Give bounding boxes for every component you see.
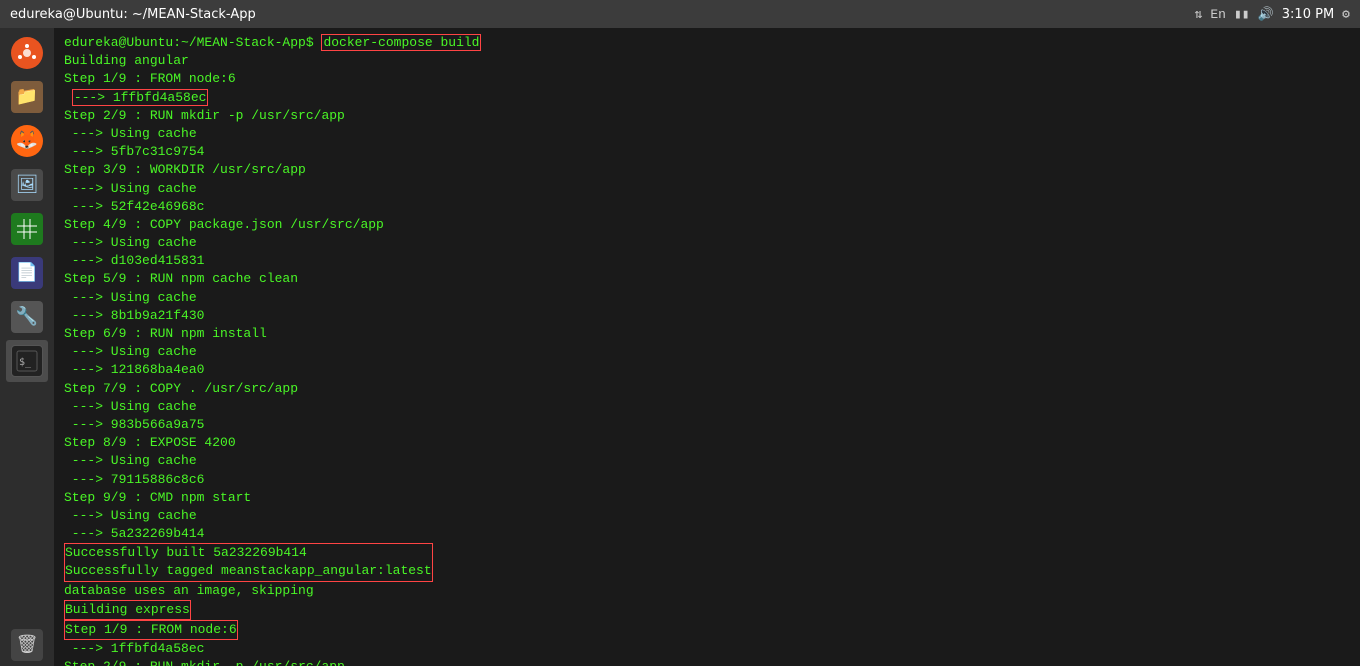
line-16: ---> Using cache [64,343,1350,361]
docs-app-icon: 📄 [11,257,43,289]
line-21: Step 8/9 : EXPOSE 4200 [64,434,1350,452]
spreadsheet-app-icon [11,213,43,245]
en-icon: En [1210,7,1226,22]
main-area: 📁 🦊 🖼 📄 🔧 [0,28,1360,666]
line-4: ---> Using cache [64,125,1350,143]
line-19: ---> Using cache [64,398,1350,416]
line-32: Step 2/9 : RUN mkdir -p /usr/src/app [64,658,1350,666]
line-17: ---> 121868ba4ea0 [64,361,1350,379]
sidebar-item-photos[interactable]: 🖼 [6,164,48,206]
battery-icon: ▮▮ [1234,7,1250,22]
photos-icon: 🖼 [11,169,43,201]
line-31: ---> 1ffbfd4a58ec [64,640,1350,658]
terminal-app-icon: $_ [11,345,43,377]
building-express: Building express [64,600,191,620]
sidebar-item-docs[interactable]: 📄 [6,252,48,294]
volume-icon: 🔊 [1258,7,1274,22]
line-5: ---> 5fb7c31c9754 [64,143,1350,161]
files-folder-icon: 📁 [11,81,43,113]
line-24: Step 9/9 : CMD npm start [64,489,1350,507]
sidebar-item-terminal[interactable]: $_ [6,340,48,382]
line-29: Building express [64,600,1350,620]
sidebar-item-spreadsheet[interactable] [6,208,48,250]
line-18: Step 7/9 : COPY . /usr/src/app [64,380,1350,398]
sidebar-item-firefox[interactable]: 🦊 [6,120,48,162]
line-14: ---> 8b1b9a21f430 [64,307,1350,325]
line-2: ---> 1ffbfd4a58ec [64,89,1350,107]
line-27: Successfully built 5a232269b414 Successf… [64,543,1350,581]
sidebar-item-trash[interactable]: 🗑 [6,624,48,666]
line-26: ---> 5a232269b414 [64,525,1350,543]
line-6: Step 3/9 : WORKDIR /usr/src/app [64,161,1350,179]
success-built: Successfully built 5a232269b414 Successf… [64,543,433,581]
line-8: ---> 52f42e46968c [64,198,1350,216]
line-12: Step 5/9 : RUN npm cache clean [64,270,1350,288]
line-25: ---> Using cache [64,507,1350,525]
line-0: Building angular [64,52,1350,70]
firefox-browser-icon: 🦊 [11,125,43,157]
sidebar: 📁 🦊 🖼 📄 🔧 [0,28,54,666]
line-3: Step 2/9 : RUN mkdir -p /usr/src/app [64,107,1350,125]
terminal-prompt: edureka@Ubuntu:~/MEAN-Stack-App$ [64,35,314,50]
titlebar: edureka@Ubuntu: ~/MEAN-Stack-App ⇅ En ▮▮… [0,0,1360,28]
ubuntu-logo-icon [11,37,43,69]
line-23: ---> 79115886c8c6 [64,471,1350,489]
svg-text:$_: $_ [19,357,32,368]
line-22: ---> Using cache [64,452,1350,470]
line-13: ---> Using cache [64,289,1350,307]
line-15: Step 6/9 : RUN npm install [64,325,1350,343]
system-settings-icon[interactable]: ⚙ [1342,7,1350,22]
line-30: Step 1/9 : FROM node:6 [64,620,1350,640]
sidebar-item-ubuntu[interactable] [6,32,48,74]
hash-1: ---> 1ffbfd4a58ec [72,89,209,106]
sidebar-item-files[interactable]: 📁 [6,76,48,118]
line-9: Step 4/9 : COPY package.json /usr/src/ap… [64,216,1350,234]
titlebar-right-icons: ⇅ En ▮▮ 🔊 3:10 PM ⚙ [1195,7,1351,22]
terminal-output: edureka@Ubuntu:~/MEAN-Stack-App$ docker-… [54,28,1360,666]
settings-app-icon: 🔧 [11,301,43,333]
line-1: Step 1/9 : FROM node:6 [64,70,1350,88]
line-11: ---> d103ed415831 [64,252,1350,270]
line-10: ---> Using cache [64,234,1350,252]
arrows-icon: ⇅ [1195,7,1203,22]
trash-icon: 🗑 [11,629,43,661]
line-20: ---> 983b566a9a75 [64,416,1350,434]
step-1-9-express: Step 1/9 : FROM node:6 [64,620,238,640]
titlebar-title: edureka@Ubuntu: ~/MEAN-Stack-App [10,7,256,22]
line-7: ---> Using cache [64,180,1350,198]
terminal-prompt-line: edureka@Ubuntu:~/MEAN-Stack-App$ docker-… [64,34,1350,52]
titlebar-time: 3:10 PM [1282,7,1334,22]
sidebar-item-settings[interactable]: 🔧 [6,296,48,338]
terminal-command: docker-compose build [321,34,481,51]
terminal-window[interactable]: edureka@Ubuntu:~/MEAN-Stack-App$ docker-… [54,28,1360,666]
line-28: database uses an image, skipping [64,582,1350,600]
